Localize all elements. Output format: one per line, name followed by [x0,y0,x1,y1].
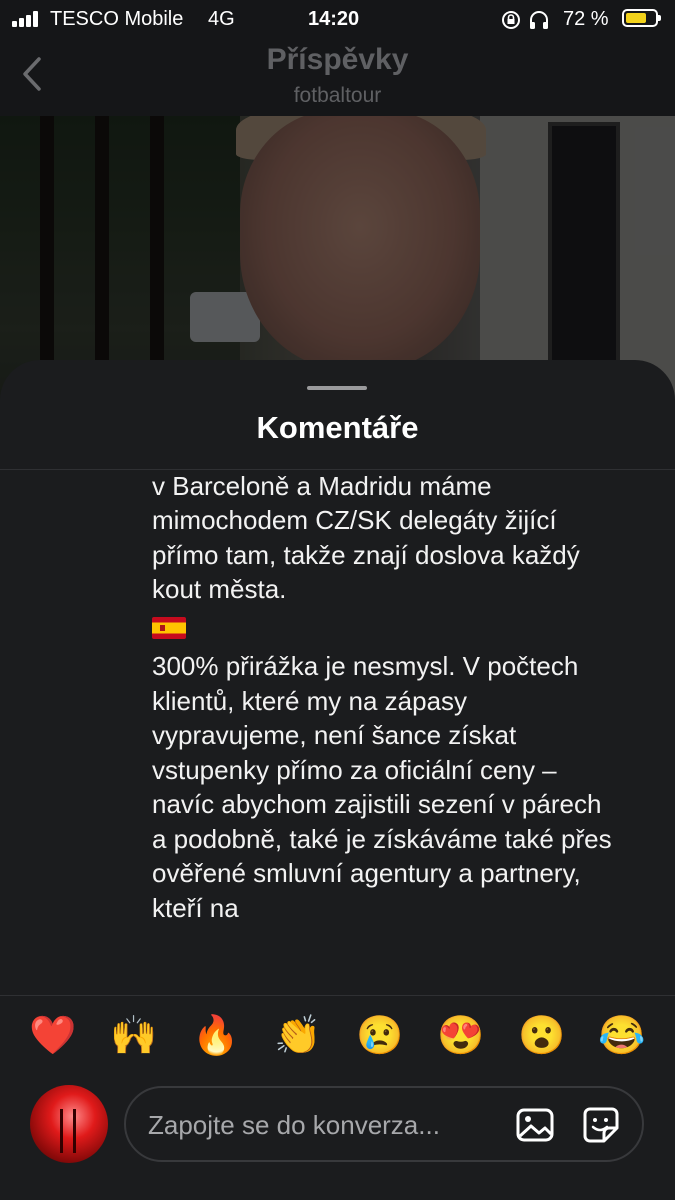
sticker-button[interactable] [580,1104,622,1146]
reaction-fire[interactable]: 🔥 [192,1012,240,1060]
nav-title: Příspěvky [266,43,409,76]
reaction-heart[interactable]: ❤️ [29,1012,77,1060]
gallery-button[interactable] [514,1104,556,1146]
signal-icon [12,11,42,27]
comment-body: El Clásica je pokaždé delegát na místě –… [152,470,622,933]
spain-flag-icon [152,616,186,639]
reaction-clap[interactable]: 👏 [274,1012,322,1060]
battery-fill [626,13,646,23]
nav-bar: Příspěvky fotbaltour [0,40,675,116]
rotation-lock-icon [502,11,520,30]
divider [0,995,675,996]
reaction-heart-eyes[interactable]: 😍 [437,1012,485,1060]
comment-input[interactable]: Zapojte se do konverza... [124,1086,644,1162]
sheet-grabber[interactable] [307,386,367,390]
image-gallery-icon [516,1108,554,1142]
headphones-icon [530,11,549,30]
status-time: 14:20 [308,8,360,30]
network-type: 4G [208,8,235,30]
comment-list[interactable]: El Clásica je pokaždé delegát na místě –… [0,470,675,995]
comment-paragraph-2: 300% přirážka je nesmysl. V počtech klie… [152,651,612,923]
sticker-icon [583,1107,619,1143]
battery-icon [622,9,661,27]
sheet-title: Komentáře [256,410,419,445]
reaction-crying[interactable]: 😢 [356,1012,404,1060]
avatar [30,1085,108,1163]
status-bar: TESCO Mobile 4G 14:20 72 % [0,0,675,40]
reaction-surprised[interactable]: 😮 [518,1012,566,1060]
comment-input-placeholder: Zapojte se do konverza... [148,1110,440,1140]
comment-paragraph-1: El Clásica je pokaždé delegát na místě –… [152,470,580,605]
comment-paragraph: El Clásica je pokaždé delegát na místě –… [152,470,622,641]
reaction-raised-hands[interactable]: 🙌 [110,1012,158,1060]
carrier-name: TESCO Mobile [50,8,184,30]
nav-subtitle[interactable]: fotbaltour [0,84,675,108]
battery-percent: 72 % [563,8,609,30]
comment-paragraph: 300% přirážka je nesmysl. V počtech klie… [152,649,622,925]
comments-sheet: Komentáře El Clásica je pokaždé delegát … [0,360,675,1200]
quick-reactions: ❤️ 🙌 🔥 👏 😢 😍 😮 😂 [0,1012,675,1060]
reaction-laughing[interactable]: 😂 [598,1012,646,1060]
